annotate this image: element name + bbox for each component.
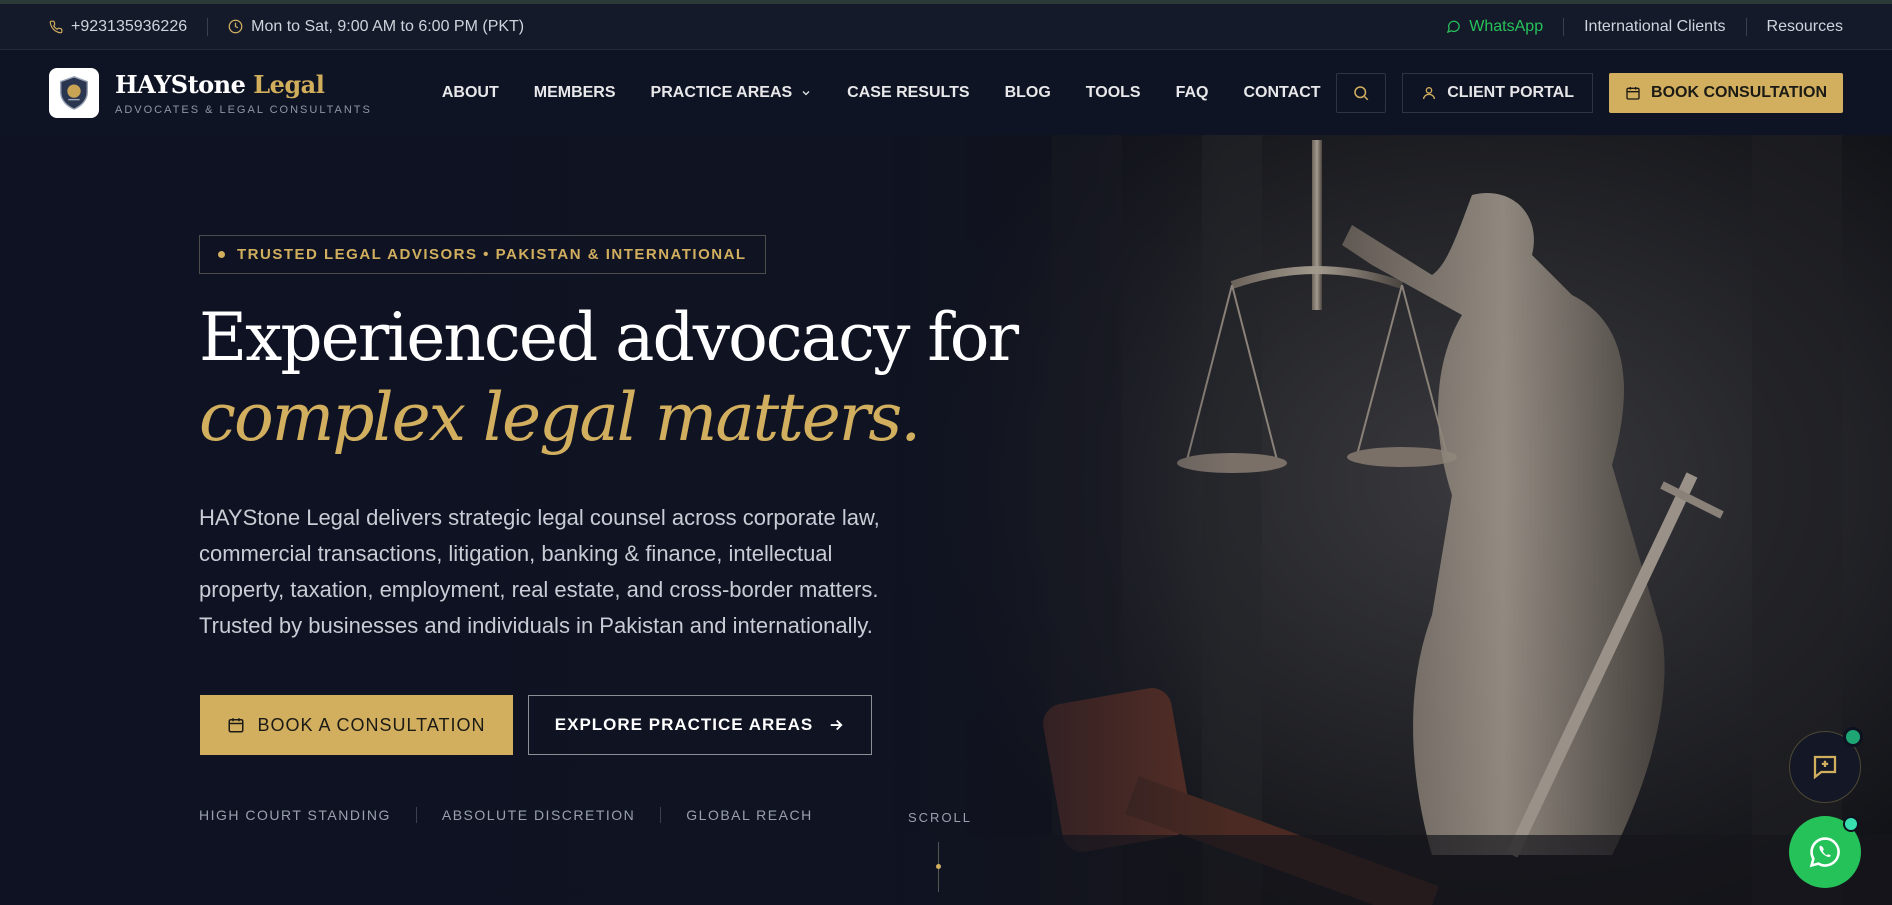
book-a-consultation-button[interactable]: BOOK A CONSULTATION: [200, 695, 513, 755]
brand-name: HAYStone Legal: [115, 70, 372, 99]
hero-title: Experienced advocacy for: [199, 299, 1019, 376]
hours-text: Mon to Sat, 9:00 AM to 6:00 PM (PKT): [251, 17, 525, 35]
brand-name-main: HAYStone: [115, 69, 246, 99]
explore-practice-areas-label: EXPLORE PRACTICE AREAS: [554, 715, 814, 734]
divider: [660, 807, 662, 823]
search-button[interactable]: [1336, 72, 1387, 113]
business-hours: Mon to Sat, 9:00 AM to 6:00 PM (PKT): [228, 18, 524, 36]
client-portal-button[interactable]: CLIENT PORTAL: [1402, 72, 1594, 113]
lady-justice-image: [872, 135, 1892, 905]
resources-link[interactable]: Resources: [1767, 18, 1843, 36]
hero-features: HIGH COURT STANDING ABSOLUTE DISCRETION …: [199, 807, 813, 823]
badge-text: TRUSTED LEGAL ADVISORS • PAKISTAN & INTE…: [237, 246, 747, 263]
hero-description: HAYStone Legal delivers strategic legal …: [199, 505, 880, 638]
nav-item-practice-areas[interactable]: PRACTICE AREAS: [651, 84, 813, 102]
client-portal-label: CLIENT PORTAL: [1447, 83, 1575, 101]
nav-item-case-results[interactable]: CASE RESULTS: [847, 84, 969, 102]
book-consultation-button[interactable]: BOOK CONSULTATION: [1609, 72, 1843, 113]
nav-item-blog[interactable]: BLOG: [1005, 84, 1051, 102]
feature-item: HIGH COURT STANDING: [199, 807, 391, 823]
badge-dot: [218, 251, 225, 258]
scroll-indicator-dot: [936, 864, 941, 869]
chevron-down-icon: [800, 87, 812, 99]
feature-item: GLOBAL REACH: [686, 807, 813, 823]
phone-number: +923135936226: [71, 17, 188, 35]
nav-item-practice-areas-label: PRACTICE AREAS: [650, 83, 793, 101]
online-status-dot: [1843, 727, 1863, 747]
phone-contact[interactable]: +923135936226: [49, 18, 187, 36]
hero-badge: TRUSTED LEGAL ADVISORS • PAKISTAN & INTE…: [199, 235, 766, 274]
divider: [1745, 17, 1747, 36]
logo-emblem: [49, 67, 99, 118]
calendar-icon: [1626, 86, 1640, 100]
book-consultation-label: BOOK CONSULTATION: [1651, 83, 1827, 101]
nav-menu: ABOUT MEMBERS PRACTICE AREAS CASE RESULT…: [442, 84, 1321, 102]
chat-bubble-icon: [1446, 19, 1461, 34]
shield-icon: [59, 75, 89, 110]
arrow-right-icon: [830, 719, 843, 731]
logo[interactable]: HAYStone Legal ADVOCATES & LEGAL CONSULT…: [49, 67, 372, 118]
notification-dot: [1843, 816, 1859, 832]
hero-title-accent: complex legal matters.: [199, 379, 921, 456]
clock-icon: [228, 19, 243, 34]
divider: [415, 807, 417, 823]
search-icon: [1354, 85, 1369, 100]
whatsapp-label: WhatsApp: [1469, 17, 1544, 35]
international-clients-link[interactable]: International Clients: [1584, 18, 1725, 36]
nav-item-faq[interactable]: FAQ: [1176, 84, 1209, 102]
whatsapp-icon: [1809, 837, 1840, 868]
book-a-consultation-label: BOOK A CONSULTATION: [257, 714, 486, 735]
scroll-indicator-label[interactable]: SCROLL: [908, 810, 972, 825]
divider: [207, 17, 209, 36]
calendar-icon: [228, 718, 244, 733]
nav-item-about[interactable]: ABOUT: [442, 84, 499, 102]
explore-practice-areas-button[interactable]: EXPLORE PRACTICE AREAS: [528, 695, 872, 755]
brand-name-accent: Legal: [253, 69, 325, 99]
divider: [1563, 17, 1565, 36]
hero-section: TRUSTED LEGAL ADVISORS • PAKISTAN & INTE…: [0, 135, 1892, 905]
user-icon: [1423, 86, 1436, 99]
top-bar: +923135936226 Mon to Sat, 9:00 AM to 6:0…: [0, 0, 1892, 50]
whatsapp-link[interactable]: WhatsApp: [1446, 18, 1543, 36]
nav-item-tools[interactable]: TOOLS: [1086, 84, 1141, 102]
main-nav: HAYStone Legal ADVOCATES & LEGAL CONSULT…: [0, 50, 1892, 135]
nav-item-members[interactable]: MEMBERS: [534, 84, 616, 102]
brand-tagline: ADVOCATES & LEGAL CONSULTANTS: [115, 103, 372, 116]
feature-item: ABSOLUTE DISCRETION: [441, 807, 636, 823]
chat-sparkle-icon: [1813, 755, 1837, 780]
phone-icon: [49, 20, 63, 34]
nav-item-contact[interactable]: CONTACT: [1244, 84, 1321, 102]
